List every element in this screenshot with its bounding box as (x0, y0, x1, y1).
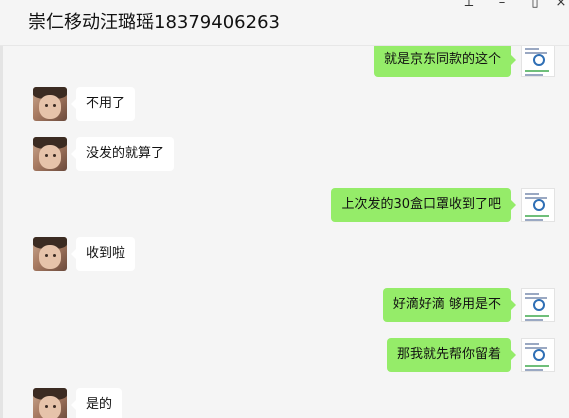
contact-avatar[interactable] (33, 388, 67, 418)
message-bubble-out[interactable]: 好滴好滴 够用是不 (382, 288, 517, 322)
message-list[interactable]: 就是京东同款的这个 不用了 没发的就算了 上次发的30盒口罩收到了吧 收到啦 好… (0, 46, 569, 418)
message-bubble-in[interactable]: 没发的就算了 (70, 137, 175, 171)
self-avatar[interactable] (521, 288, 555, 322)
self-avatar[interactable] (521, 46, 555, 77)
contact-avatar[interactable] (33, 87, 67, 121)
self-avatar[interactable] (521, 338, 555, 372)
minimize-button[interactable]: – (489, 0, 515, 10)
contact-avatar[interactable] (33, 137, 67, 171)
pin-icon[interactable]: ⟂ (456, 0, 482, 10)
title-bar: 崇仁移动汪璐瑶18379406263 ⟂ – ▯ × (0, 0, 569, 46)
message-bubble-out[interactable]: 上次发的30盒口罩收到了吧 (331, 188, 516, 222)
contact-avatar[interactable] (33, 237, 67, 271)
message-bubble-in[interactable]: 收到啦 (70, 237, 136, 271)
maximize-button[interactable]: ▯ (522, 0, 548, 10)
chat-title: 崇仁移动汪璐瑶18379406263 (28, 12, 280, 33)
message-bubble-in[interactable]: 不用了 (70, 87, 136, 121)
message-bubble-out[interactable]: 就是京东同款的这个 (373, 46, 517, 77)
message-bubble-out[interactable]: 那我就先帮你留着 (386, 338, 517, 372)
message-bubble-in[interactable]: 是的 (70, 388, 123, 418)
close-button[interactable]: × (548, 0, 569, 10)
self-avatar[interactable] (521, 188, 555, 222)
